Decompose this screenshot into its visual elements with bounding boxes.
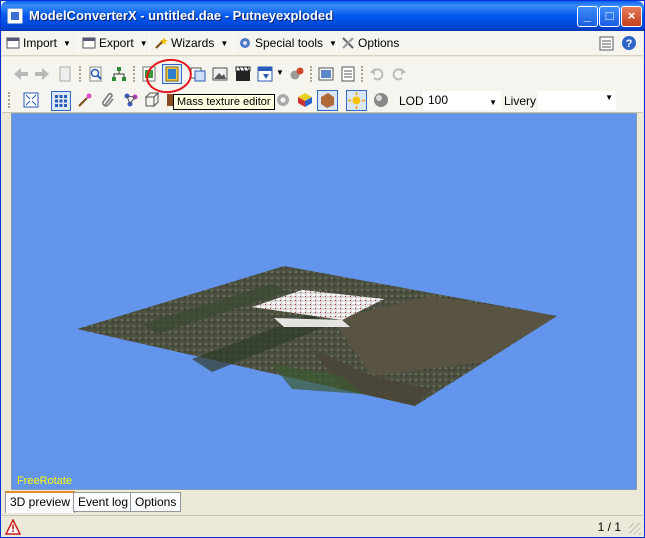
- import-icon: [6, 37, 20, 49]
- back-arrow-icon[interactable]: [12, 65, 30, 83]
- page-indicator: 1 / 1: [597, 520, 621, 534]
- app-icon[interactable]: [7, 8, 23, 24]
- molecule-icon[interactable]: [122, 91, 140, 109]
- tooltip: Mass texture editor: [173, 94, 275, 110]
- export-menu-label: Export: [99, 36, 134, 50]
- menu-separator: [336, 36, 337, 52]
- chevron-down-icon: ▼: [489, 98, 497, 107]
- cube-icon[interactable]: [143, 91, 161, 109]
- app-window: ModelConverterX - untitled.dae - Putneye…: [0, 0, 645, 538]
- wizards-menu[interactable]: Wizards ▼: [154, 35, 228, 52]
- wizards-menu-label: Wizards: [171, 36, 215, 50]
- sphere-icon[interactable]: [372, 91, 390, 109]
- special-tools-menu-label: Special tools: [255, 36, 324, 50]
- options-menu[interactable]: Options: [341, 35, 399, 52]
- export-menu[interactable]: Export ▼: [82, 35, 148, 52]
- gear-icon: [240, 38, 250, 48]
- magnifier-icon[interactable]: [87, 65, 105, 83]
- lod-label: LOD: [399, 94, 424, 108]
- paperclip-icon[interactable]: [99, 91, 117, 109]
- resize-grip[interactable]: [629, 523, 641, 535]
- toolbar-grip: [8, 92, 11, 108]
- toolbar-separator: [361, 66, 364, 82]
- menu-separator: [78, 36, 79, 52]
- chevron-down-icon: ▼: [605, 93, 613, 102]
- menu-separator: [149, 36, 150, 52]
- toolbar-separator: [133, 66, 136, 82]
- chevron-down-icon[interactable]: ▼: [276, 68, 284, 77]
- svg-text:?: ?: [626, 38, 633, 50]
- toolbar-separator: [310, 66, 313, 82]
- close-button[interactable]: ×: [621, 6, 642, 27]
- material-texture-icon[interactable]: [317, 90, 338, 111]
- import-menu-label: Import: [23, 36, 58, 50]
- wand-sparkle-icon[interactable]: [76, 91, 94, 109]
- minimize-button[interactable]: _: [577, 6, 598, 27]
- lod-value: 100: [428, 93, 449, 107]
- menu-separator: [233, 36, 234, 52]
- tab-strip: 3D preview Event log Options: [2, 490, 643, 514]
- livery-select[interactable]: ▼: [538, 91, 616, 110]
- menu-bar: Import ▼ Export ▼ Wizards ▼ Special tools ▼ …: [2, 31, 643, 56]
- chevron-down-icon: ▼: [63, 39, 71, 48]
- grid-icon[interactable]: [51, 91, 71, 111]
- image-icon[interactable]: [211, 65, 229, 83]
- lod-select[interactable]: 100 ▼: [423, 91, 501, 110]
- forward-arrow-icon[interactable]: [33, 65, 51, 83]
- picture-icon[interactable]: [317, 65, 335, 83]
- chevron-down-icon: ▼: [139, 39, 148, 48]
- tab-options[interactable]: Options: [130, 492, 182, 512]
- help-icon[interactable]: ?: [621, 35, 637, 51]
- main-toolbar: ▼: [2, 57, 643, 88]
- export-icon: [82, 37, 96, 49]
- 3d-viewport[interactable]: FreeRotate: [11, 113, 637, 490]
- clapperboard-icon[interactable]: [234, 65, 252, 83]
- gears-icon[interactable]: [288, 65, 306, 83]
- tab-3d-preview[interactable]: 3D preview: [5, 491, 76, 513]
- options-menu-label: Options: [358, 36, 400, 50]
- tab-event-log[interactable]: Event log: [73, 492, 134, 512]
- document-icon[interactable]: [56, 65, 74, 83]
- export-model-icon[interactable]: [256, 65, 274, 83]
- chevron-down-icon: ▼: [220, 39, 229, 48]
- window-title: ModelConverterX - untitled.dae - Putneye…: [29, 8, 334, 23]
- hierarchy-icon[interactable]: [110, 65, 128, 83]
- maximize-button[interactable]: □: [599, 6, 620, 27]
- fit-view-icon[interactable]: [22, 91, 40, 109]
- tools-icon: [342, 37, 354, 49]
- import-menu[interactable]: Import ▼: [6, 35, 71, 52]
- redo-icon[interactable]: [390, 65, 408, 83]
- terrain-model: [77, 266, 557, 406]
- special-tools-menu[interactable]: Special tools ▼: [238, 35, 337, 52]
- title-bar[interactable]: ModelConverterX - untitled.dae - Putneye…: [1, 1, 644, 31]
- livery-label: Livery: [504, 94, 537, 108]
- wand-icon: [155, 37, 168, 49]
- rotation-mode-label: FreeRotate: [17, 475, 73, 487]
- settings-cog-icon[interactable]: [274, 91, 292, 109]
- color-cube-icon[interactable]: [296, 91, 314, 109]
- details-icon[interactable]: [599, 36, 614, 51]
- sun-icon[interactable]: [346, 90, 367, 111]
- undo-icon[interactable]: [368, 65, 386, 83]
- status-bar: 1 / 1: [2, 515, 643, 537]
- notes-icon[interactable]: [339, 65, 357, 83]
- warning-icon[interactable]: [5, 519, 21, 535]
- toolbar-separator: [79, 66, 82, 82]
